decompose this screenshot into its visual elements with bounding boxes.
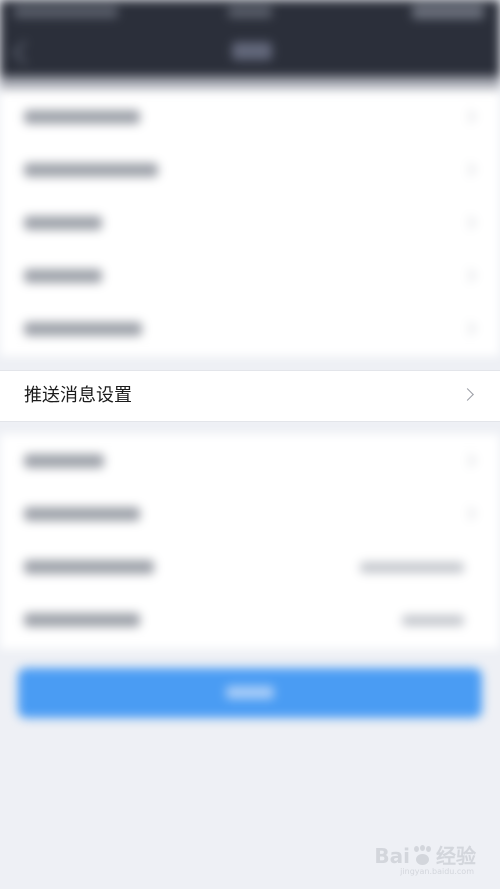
settings-group-top [0,90,500,356]
row-label [24,110,140,124]
row-value [402,615,464,626]
status-bar [0,0,500,30]
settings-row[interactable] [0,90,500,143]
chevron-right-icon [463,269,476,282]
watermark-url: jingyan.baidu.com [400,867,474,876]
chevron-right-icon [463,322,476,335]
push-message-settings-row[interactable]: 推送消息设置 [0,370,500,422]
baidu-jingyan-watermark: Bai 经验 jingyan.baidu.com [374,844,476,876]
chevron-right-icon [463,110,476,123]
settings-row[interactable] [0,593,500,646]
status-carrier [14,6,118,18]
settings-row[interactable] [0,143,500,196]
row-label [24,322,142,336]
settings-row[interactable] [0,196,500,249]
settings-group-bottom [0,434,500,649]
settings-row[interactable] [0,249,500,302]
push-message-settings-label: 推送消息设置 [24,385,132,406]
settings-row[interactable] [0,434,500,487]
chevron-right-icon [463,216,476,229]
row-label [24,613,140,627]
row-label [24,507,140,521]
settings-row[interactable] [0,302,500,355]
paw-icon [412,845,434,867]
row-label [24,560,154,574]
row-label [24,454,104,468]
nav-title [232,42,272,60]
chevron-right-icon [463,507,476,520]
nav-bar [0,30,500,76]
chevron-right-icon [461,388,474,401]
watermark-brand-right: 经验 [436,844,476,868]
settings-row[interactable] [0,540,500,593]
back-icon[interactable] [12,40,37,65]
status-battery-icon [412,5,484,19]
row-label [24,269,102,283]
watermark-brand-left: Bai [374,844,410,868]
primary-button[interactable] [18,668,482,718]
chevron-right-icon [463,454,476,467]
primary-button-label [226,686,274,699]
settings-row[interactable] [0,487,500,540]
status-time [228,6,272,18]
chevron-right-icon [463,163,476,176]
row-label [24,163,158,177]
row-label [24,216,102,230]
row-value [360,562,464,573]
